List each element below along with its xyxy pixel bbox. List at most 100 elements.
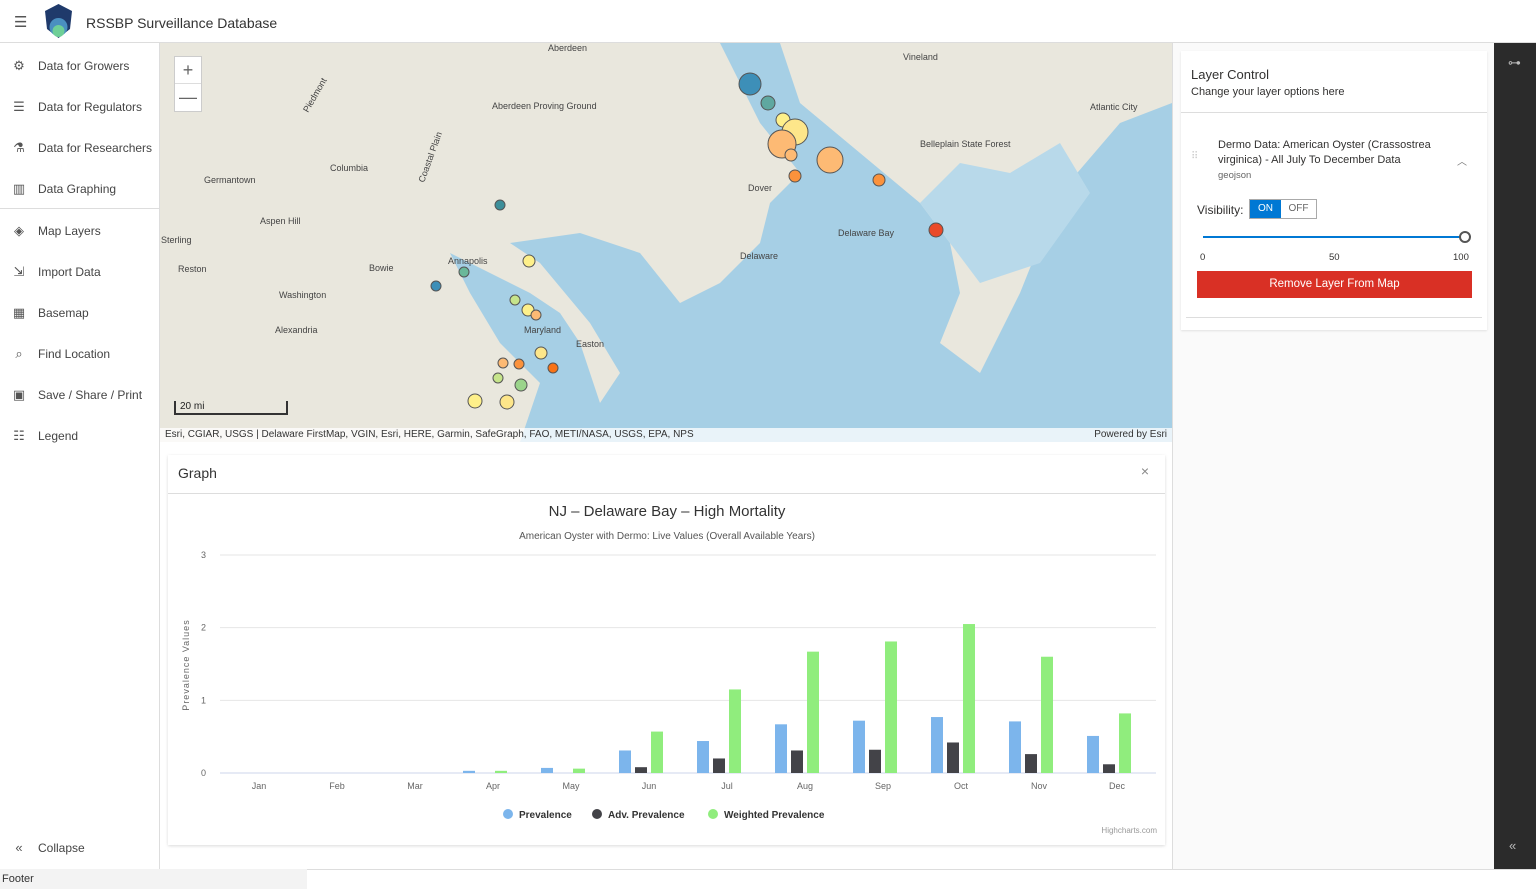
map-data-point[interactable] — [738, 72, 762, 96]
sidebar-item-find-location[interactable]: ⌕ Find Location — [0, 333, 160, 374]
chart-credit[interactable]: Highcharts.com — [1101, 826, 1157, 835]
bar-weighted-prevalence-apr[interactable] — [495, 770, 507, 773]
bar-adv-prevalence-aug[interactable] — [791, 750, 803, 773]
bar-prevalence-oct[interactable] — [931, 717, 943, 773]
bar-weighted-prevalence-may[interactable] — [573, 768, 585, 773]
bar-adv-prevalence-oct[interactable] — [947, 742, 959, 773]
sidebar-item-basemap[interactable]: ▦ Basemap — [0, 292, 160, 333]
sidebar-item-label: Import Data — [38, 264, 101, 279]
bar-adv-prevalence-sep[interactable] — [869, 749, 881, 773]
remove-layer-button[interactable]: Remove Layer From Map — [1197, 271, 1472, 298]
bar-prevalence-nov[interactable] — [1009, 721, 1021, 773]
sidebar-item-label: Data for Regulators — [38, 99, 143, 114]
legend-item[interactable]: Prevalence — [519, 810, 572, 821]
bar-prevalence-jun[interactable] — [619, 750, 631, 773]
zoom-in-button[interactable]: + — [175, 57, 201, 84]
bar-adv-prevalence-jul[interactable] — [713, 758, 725, 773]
map-data-point[interactable] — [788, 169, 802, 183]
visibility-toggle[interactable]: ON OFF — [1249, 199, 1317, 219]
collapse-button[interactable]: « Collapse — [0, 827, 160, 868]
bar-weighted-prevalence-dec[interactable] — [1119, 713, 1131, 773]
map-data-point[interactable] — [458, 266, 470, 278]
chevron-up-icon[interactable]: ︿ — [1457, 153, 1467, 168]
sidebar-item-data-for-regulators[interactable]: ☰ Data for Regulators — [0, 86, 160, 127]
sidebar-item-data-graphing[interactable]: ▥ Data Graphing — [0, 168, 160, 209]
grid-icon: ▦ — [12, 304, 26, 320]
bar-weighted-prevalence-jun[interactable] — [651, 731, 663, 773]
map-data-point[interactable] — [499, 394, 515, 410]
bar-prevalence-may[interactable] — [541, 767, 553, 773]
drag-handle-icon[interactable]: ⠿ — [1191, 151, 1198, 162]
sidebar-item-data-for-researchers[interactable]: ⚗ Data for Researchers — [0, 127, 160, 168]
bar-weighted-prevalence-aug[interactable] — [807, 651, 819, 773]
bar-prevalence-jul[interactable] — [697, 741, 709, 773]
graph-panel: Graph × NJ – Delaware Bay – High Mortali… — [168, 455, 1165, 845]
bar-prevalence-dec[interactable] — [1087, 735, 1099, 773]
chart: NJ – Delaware Bay – High Mortality Americ… — [181, 503, 1157, 835]
bar-adv-prevalence-jun[interactable] — [635, 767, 647, 773]
map-data-point[interactable] — [872, 173, 886, 187]
y-tick-label: 1 — [201, 695, 206, 705]
x-tick-label: Nov — [1031, 781, 1048, 791]
map-data-point[interactable] — [467, 393, 483, 409]
zoom-out-button[interactable]: — — [175, 84, 201, 111]
map-label: Delaware — [740, 251, 778, 261]
collapse-right-icon[interactable]: « — [1509, 838, 1516, 853]
x-tick-label: Mar — [407, 781, 423, 791]
x-tick-label: Dec — [1109, 781, 1126, 791]
bar-weighted-prevalence-sep[interactable] — [885, 641, 897, 773]
bar-prevalence-apr[interactable] — [463, 770, 475, 773]
map-view[interactable]: Aberdeen Vineland Atlantic City Aberdeen Pr… — [160, 43, 1172, 442]
map-data-point[interactable] — [928, 222, 944, 238]
map-data-point[interactable] — [784, 148, 798, 162]
legend-marker — [503, 809, 513, 819]
map-data-point[interactable] — [522, 254, 536, 268]
flask-icon: ⚗ — [13, 139, 25, 155]
toggle-off[interactable]: OFF — [1281, 200, 1316, 218]
sidebar-item-label: Map Layers — [38, 223, 101, 238]
map-data-point[interactable] — [509, 294, 521, 306]
map-label: Bowie — [369, 263, 394, 273]
hamburger-icon[interactable]: ☰ — [14, 13, 27, 31]
legend-item[interactable]: Adv. Prevalence — [608, 810, 685, 821]
sidebar-item-data-for-growers[interactable]: ⚙ Data for Growers — [0, 45, 160, 86]
map-data-point[interactable] — [430, 280, 442, 292]
map-data-point[interactable] — [492, 372, 504, 384]
sidebar-item-legend[interactable]: ☷ Legend — [0, 415, 160, 456]
layer-tree-icon[interactable]: ⊶ — [1508, 55, 1521, 71]
sidebar-item-map-layers[interactable]: ◈ Map Layers — [0, 210, 160, 251]
map-data-point[interactable] — [497, 357, 509, 369]
x-tick-label: Apr — [486, 781, 500, 791]
bar-prevalence-sep[interactable] — [853, 720, 865, 773]
map-data-point[interactable] — [530, 309, 542, 321]
bar-weighted-prevalence-jul[interactable] — [729, 689, 741, 773]
map-data-point[interactable] — [816, 146, 844, 174]
footer: Footer — [0, 869, 307, 889]
toggle-on[interactable]: ON — [1250, 200, 1281, 218]
sidebar-item-save-share-print[interactable]: ▣ Save / Share / Print — [0, 374, 160, 415]
map-data-point[interactable] — [494, 199, 506, 211]
opacity-slider[interactable] — [1203, 236, 1465, 238]
map-data-point[interactable] — [514, 378, 528, 392]
map-data-point[interactable] — [513, 358, 525, 370]
powered-by[interactable]: Powered by Esri — [1094, 428, 1167, 442]
bar-weighted-prevalence-nov[interactable] — [1041, 656, 1053, 773]
map-label: Atlantic City — [1090, 102, 1138, 112]
map-data-point[interactable] — [760, 95, 776, 111]
slider-handle[interactable] — [1459, 231, 1471, 243]
map-data-point[interactable] — [534, 346, 548, 360]
map-canvas[interactable]: Aberdeen Vineland Atlantic City Aberdeen Pr… — [160, 43, 1172, 442]
bar-adv-prevalence-dec[interactable] — [1103, 764, 1115, 773]
map-label: Sterling — [161, 235, 192, 245]
x-tick-label: Jun — [642, 781, 657, 791]
x-tick-label: Jan — [252, 781, 267, 791]
bar-weighted-prevalence-oct[interactable] — [963, 624, 975, 773]
sidebar-item-import-data[interactable]: ⇲ Import Data — [0, 251, 160, 292]
map-data-point[interactable] — [547, 362, 559, 374]
bar-adv-prevalence-nov[interactable] — [1025, 754, 1037, 773]
sidebar: ⚙ Data for Growers ☰ Data for Regulators ⚗ Da… — [0, 43, 160, 869]
legend-item[interactable]: Weighted Prevalence — [724, 810, 825, 821]
bar-prevalence-aug[interactable] — [775, 724, 787, 773]
scale-label: 20 mi — [180, 401, 205, 412]
slider-tick-0: 0 — [1200, 252, 1206, 263]
